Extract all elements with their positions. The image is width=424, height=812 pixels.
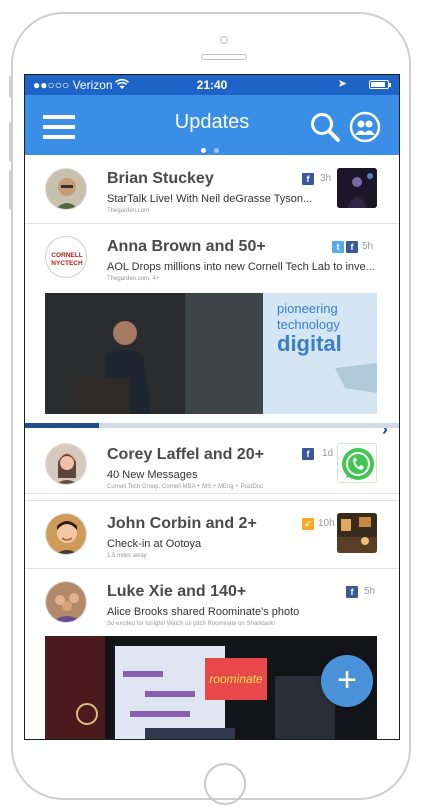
post-thumbnail[interactable] [337, 513, 377, 553]
sender-name: Anna Brown and 50+ [107, 238, 266, 255]
avatar [45, 581, 87, 623]
feed-item-john[interactable]: John Corbin and 2+ Check-in at Ootoya 1.… [25, 500, 399, 569]
message-source: Thegarden.com [107, 208, 150, 214]
whatsapp-icon[interactable] [337, 443, 377, 483]
search-icon[interactable] [309, 111, 341, 143]
volume-up-button [9, 122, 13, 162]
foursquare-icon: ✓ [302, 518, 314, 530]
svg-text:technology: technology [277, 317, 340, 332]
feed-item-luke[interactable]: Luke Xie and 140+ Alice Brooks shared Ro… [25, 568, 399, 739]
cornell-tech-logo: CORNELL NYCTECH [45, 236, 87, 278]
message-source: 1.5 miles away [107, 553, 147, 559]
timestamp: 1d [322, 448, 334, 459]
timestamp: 5h [362, 241, 374, 252]
feed-item-brian[interactable]: Brian Stuckey StarTalk Live! With Neil d… [25, 155, 399, 224]
message-source: Thegarden.com, 4+ [107, 276, 160, 282]
svg-text:roominate: roominate [209, 672, 263, 686]
facebook-icon: f [346, 586, 358, 598]
svg-text:digital: digital [277, 331, 342, 356]
sender-name: Corey Laffel and 20+ [107, 446, 264, 463]
svg-text:NYCTECH: NYCTECH [51, 260, 83, 267]
facebook-icon: f [302, 448, 314, 460]
avatar [45, 513, 87, 555]
message-preview: AOL Drops millions into new Cornell Tech… [107, 261, 375, 273]
timestamp: 10h [318, 518, 335, 529]
message-preview: StarTalk Live! With Neil deGrasse Tyson.… [107, 193, 313, 205]
message-source: Cornell Tech Group, Cornell MBA + MS + M… [107, 484, 264, 490]
svg-text:CORNELL: CORNELL [51, 252, 82, 259]
front-camera [220, 36, 228, 44]
twitter-icon: t [332, 241, 344, 253]
facebook-icon: f [346, 241, 358, 253]
message-preview: 40 New Messages [107, 469, 198, 481]
top-nav-bar: Updates [25, 95, 399, 155]
avatar [45, 168, 87, 210]
earpiece [201, 54, 247, 60]
page-title: Updates [174, 111, 250, 133]
battery-icon [369, 80, 391, 89]
timestamp: 3h [320, 173, 332, 184]
home-button[interactable] [204, 763, 246, 805]
sender-name: John Corbin and 2+ [107, 515, 257, 532]
volume-down-button [9, 170, 13, 210]
plus-icon: + [337, 661, 357, 699]
sender-name: Luke Xie and 140+ [107, 583, 247, 600]
sender-name: Brian Stuckey [107, 170, 214, 187]
svg-text:pioneering: pioneering [277, 301, 338, 316]
avatar [45, 443, 87, 485]
post-thumbnail[interactable] [337, 168, 377, 208]
app-screen: ●●○○○ Verizon 21:40 ➤ Updates Brian Stuc… [24, 74, 400, 740]
message-preview: Alice Brooks shared Roominate's photo [107, 606, 300, 618]
message-source: So excited for tonight! Watch us pitch R… [107, 621, 276, 627]
message-preview: Check-in at Ootoya [107, 538, 202, 550]
people-icon[interactable] [349, 111, 381, 143]
facebook-icon: f [302, 173, 314, 185]
timestamp: 5h [364, 586, 376, 597]
compose-fab[interactable]: + [321, 655, 373, 707]
status-bar: ●●○○○ Verizon 21:40 ➤ [25, 75, 399, 95]
post-image[interactable]: pioneering technology digital [45, 293, 377, 414]
location-icon: ➤ [337, 78, 347, 90]
feed-item-corey[interactable]: Corey Laffel and 20+ 40 New Messages Cor… [25, 428, 399, 501]
mute-switch [9, 76, 13, 98]
